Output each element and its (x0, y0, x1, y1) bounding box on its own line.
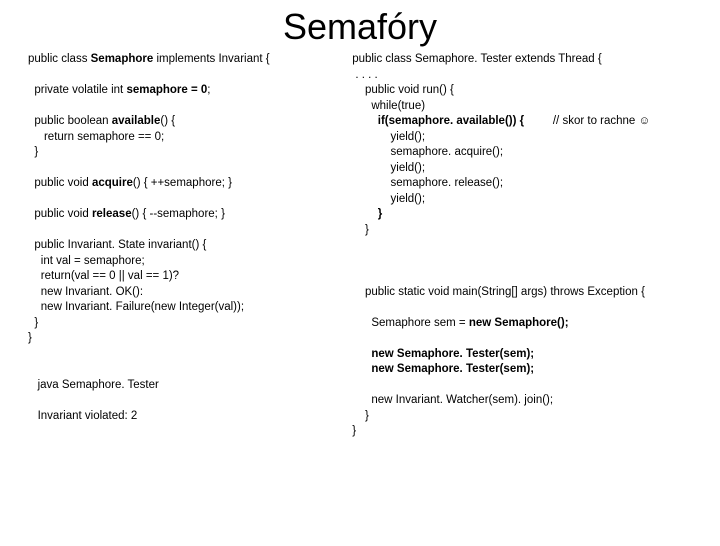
code-bold: release (92, 208, 132, 220)
code-line: public static void main(String[] args) t… (352, 286, 645, 298)
code-line: int val = semaphore; (28, 255, 145, 267)
code-line: public void run() { (352, 84, 454, 96)
code-line: new Invariant. OK(): (28, 286, 143, 298)
code-line: return semaphore == 0; (28, 131, 164, 143)
code-line: semaphore. release(); (352, 177, 503, 189)
code-line: public boolean (28, 115, 112, 127)
slide-title: Semafóry (0, 6, 720, 48)
code-line: } (352, 410, 369, 422)
code-line (352, 348, 371, 360)
code-bold: acquire (92, 177, 133, 189)
code-line: new Invariant. Watcher(sem). join(); (352, 394, 553, 406)
code-bold: Semaphore (91, 53, 154, 65)
code-bold: new Semaphore. Tester(sem); (371, 348, 534, 360)
code-line: } (28, 332, 32, 344)
code-line: while(true) (352, 100, 425, 112)
code-line: public Invariant. State invariant() { (28, 239, 206, 251)
code-line: public void (28, 208, 92, 220)
code-bold: available (112, 115, 161, 127)
content-columns: public class Semaphore implements Invari… (0, 52, 720, 440)
code-line: public class Semaphore. Tester extends T… (352, 53, 602, 65)
code-line: ; (207, 84, 210, 96)
code-bold: semaphore = 0 (126, 84, 207, 96)
code-line: . . . . (352, 69, 378, 81)
code-line: } (28, 146, 38, 158)
code-line: public void (28, 177, 92, 189)
code-line: public class (28, 53, 91, 65)
right-code-block: public class Semaphore. Tester extends T… (352, 52, 700, 440)
code-line: semaphore. acquire(); (352, 146, 503, 158)
code-line (352, 363, 371, 375)
code-bold: if(semaphore. available()) { (352, 115, 524, 127)
code-line: } (352, 224, 369, 236)
code-bold: new Semaphore(); (469, 317, 569, 329)
code-line: return(val == 0 || val == 1)? (28, 270, 179, 282)
left-code-block: public class Semaphore implements Invari… (28, 52, 344, 440)
code-line: private volatile int (28, 84, 126, 96)
code-line: Semaphore sem = (352, 317, 469, 329)
code-bold: new Semaphore. Tester(sem); (371, 363, 534, 375)
code-line: () { --semaphore; } (132, 208, 225, 220)
code-line: new Invariant. Failure(new Integer(val))… (28, 301, 244, 313)
code-line: () { (160, 115, 175, 127)
output-line: Invariant violated: 2 (38, 410, 138, 422)
code-line: yield(); (352, 162, 425, 174)
code-line: yield(); (352, 193, 425, 205)
code-line: yield(); (352, 131, 425, 143)
code-bold: } (352, 208, 382, 220)
code-line: } (352, 425, 356, 437)
code-comment: // skor to rachne ☺ (524, 115, 650, 127)
code-line: implements Invariant { (153, 53, 269, 65)
code-line: } (28, 317, 38, 329)
code-line: () { ++semaphore; } (133, 177, 232, 189)
output-line: java Semaphore. Tester (38, 379, 159, 391)
